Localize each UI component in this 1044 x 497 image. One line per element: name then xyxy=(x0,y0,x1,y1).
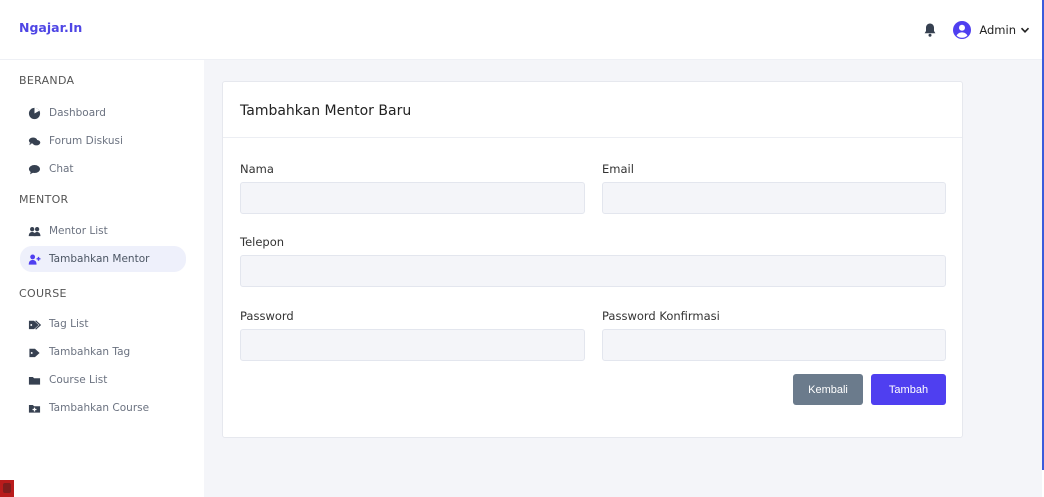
sidebar-item-label: Tag List xyxy=(49,318,89,330)
bell-icon[interactable] xyxy=(922,22,938,38)
folder-plus-icon xyxy=(28,404,41,413)
sidebar-item-chat[interactable]: Chat xyxy=(28,157,186,181)
add-mentor-card: Tambahkan Mentor Baru Nama Email Telepon… xyxy=(222,81,963,438)
sidebar-section-beranda: BERANDA xyxy=(19,74,75,87)
dashboard-icon xyxy=(28,107,41,119)
password-input[interactable] xyxy=(240,329,585,361)
telepon-label: Telepon xyxy=(240,235,285,249)
user-name[interactable]: Admin xyxy=(979,23,1016,37)
card-header: Tambahkan Mentor Baru xyxy=(223,82,962,138)
comments-icon xyxy=(28,137,41,145)
telepon-input[interactable] xyxy=(240,255,946,287)
taskbar-thumbnail[interactable] xyxy=(0,480,14,497)
top-navbar: Ngajar.In Admin xyxy=(0,0,1044,60)
password-label: Password xyxy=(240,309,294,323)
sidebar-item-label: Mentor List xyxy=(49,225,108,237)
sidebar-item-forum-diskusi[interactable]: Forum Diskusi xyxy=(28,129,186,153)
password-konfirmasi-label: Password Konfirmasi xyxy=(602,309,720,323)
tag-icon xyxy=(29,348,40,357)
user-menu: Admin xyxy=(922,20,1030,40)
sidebar-item-label: Tambahkan Course xyxy=(49,402,150,414)
sidebar-item-label: Forum Diskusi xyxy=(49,135,123,147)
sidebar-section-course: COURSE xyxy=(19,287,67,300)
chevron-down-icon[interactable] xyxy=(1020,25,1030,35)
sidebar-item-label: Tambahkan Tag xyxy=(49,346,131,358)
sidebar-item-tag-list[interactable]: Tag List xyxy=(28,312,186,336)
page-title: Tambahkan Mentor Baru xyxy=(240,103,412,119)
sidebar-item-tambahkan-course[interactable]: Tambahkan Course xyxy=(28,396,186,420)
sidebar-item-label: Tambahkan Mentor xyxy=(49,253,150,265)
password-konfirmasi-input[interactable] xyxy=(602,329,946,361)
brand-logo[interactable]: Ngajar.In xyxy=(19,20,82,35)
tags-icon xyxy=(28,319,41,330)
sidebar-item-tambahkan-mentor[interactable]: Tambahkan Mentor xyxy=(20,246,186,272)
nama-input[interactable] xyxy=(240,182,585,214)
kembali-button[interactable]: Kembali xyxy=(793,374,863,405)
sidebar-item-label: Course List xyxy=(49,374,108,386)
sidebar-section-mentor: MENTOR xyxy=(19,193,69,206)
tambah-button[interactable]: Tambah xyxy=(871,374,946,405)
users-icon xyxy=(28,226,41,236)
sidebar-item-dashboard[interactable]: Dashboard xyxy=(28,101,186,125)
sidebar-item-label: Chat xyxy=(49,163,74,175)
nama-label: Nama xyxy=(240,162,274,176)
sidebar xyxy=(0,60,204,497)
sidebar-item-mentor-list[interactable]: Mentor List xyxy=(28,219,186,243)
sidebar-item-tambahkan-tag[interactable]: Tambahkan Tag xyxy=(28,340,186,364)
email-label: Email xyxy=(602,162,634,176)
folder-icon xyxy=(28,376,41,385)
chat-bubble-icon xyxy=(28,164,41,174)
user-avatar-icon[interactable] xyxy=(952,20,972,40)
user-plus-icon xyxy=(28,253,41,265)
email-input[interactable] xyxy=(602,182,946,214)
sidebar-item-course-list[interactable]: Course List xyxy=(28,368,186,392)
sidebar-item-label: Dashboard xyxy=(49,107,106,119)
